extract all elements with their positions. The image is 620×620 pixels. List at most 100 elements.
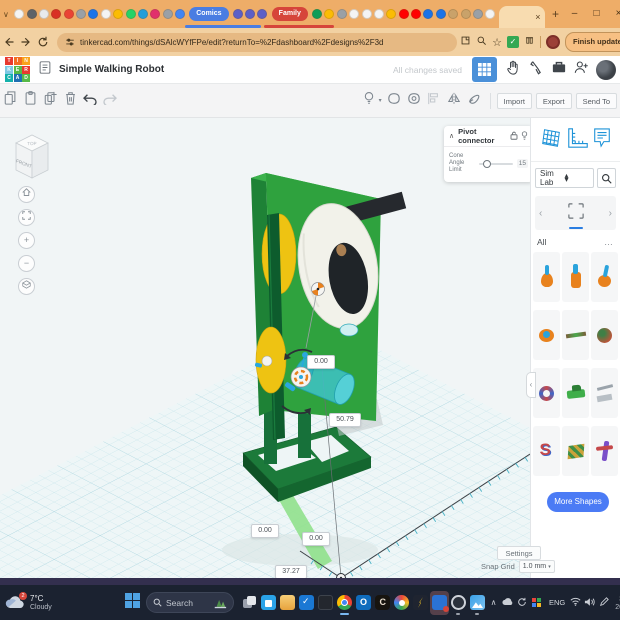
- gestures-hand-icon[interactable]: [504, 60, 521, 80]
- pinned-tab-3[interactable]: [38, 9, 49, 19]
- family-tab-8[interactable]: [398, 9, 409, 19]
- shape-tile-connector-c[interactable]: [591, 252, 618, 302]
- more-shapes-button[interactable]: More Shapes: [547, 492, 609, 512]
- site-info-icon[interactable]: [65, 37, 75, 47]
- extensions-icon[interactable]: [521, 33, 537, 51]
- panel-collapse-handle[interactable]: ‹: [526, 372, 536, 398]
- family-tab-14[interactable]: [472, 9, 483, 19]
- wifi-icon[interactable]: [569, 597, 582, 608]
- export-button[interactable]: Export: [535, 92, 572, 109]
- family-tab-12[interactable]: [448, 9, 459, 19]
- maximize-button[interactable]: □: [585, 0, 607, 28]
- paste-icon[interactable]: [20, 91, 40, 110]
- active-tab[interactable]: ×: [499, 6, 546, 28]
- pinned-tab-13[interactable]: [162, 9, 173, 19]
- sketch-icon[interactable]: [464, 92, 484, 110]
- pinned-tab-4[interactable]: [51, 9, 62, 19]
- pen-icon[interactable]: [597, 596, 610, 609]
- tab-group-family[interactable]: Family: [271, 7, 308, 21]
- pinned-tab-10[interactable]: [125, 9, 136, 19]
- workplane-tool-icon[interactable]: [539, 126, 563, 155]
- comics-tab-1[interactable]: [232, 9, 243, 19]
- align-icon[interactable]: [424, 92, 444, 110]
- sync-icon[interactable]: [515, 597, 528, 609]
- ruler-tool-icon[interactable]: [566, 126, 590, 155]
- shape-tile-turntable[interactable]: [533, 310, 560, 360]
- redo-icon[interactable]: [100, 92, 120, 110]
- finish-update-button[interactable]: Finish update ⋮: [565, 32, 620, 52]
- copy-icon[interactable]: [0, 91, 20, 110]
- taskbar-media-app[interactable]: [468, 591, 487, 615]
- collapse-chevron-icon[interactable]: ∧: [449, 132, 454, 140]
- shapes-category-select[interactable]: Sim Lab ▴ ▾: [535, 168, 594, 188]
- tray-chevron-icon[interactable]: ∧: [487, 598, 500, 607]
- perspective-toggle-button[interactable]: [18, 278, 35, 295]
- lightbulb-icon[interactable]: [359, 91, 379, 110]
- taskbar-search[interactable]: Search: [146, 592, 234, 613]
- shape-tile-figure[interactable]: [591, 426, 618, 476]
- tab-group-comics[interactable]: Comics: [189, 7, 229, 21]
- language-indicator[interactable]: ENG: [549, 598, 565, 607]
- tools-icon[interactable]: [527, 60, 544, 80]
- tab-search-icon[interactable]: ∨: [3, 10, 13, 19]
- design-title[interactable]: Simple Walking Robot: [59, 64, 164, 75]
- settings-button[interactable]: Settings: [497, 546, 541, 560]
- view-cube[interactable]: TOP FRONT: [8, 130, 54, 182]
- profile-avatar[interactable]: [546, 35, 560, 49]
- pinned-tab-11[interactable]: [137, 9, 148, 19]
- invite-person-icon[interactable]: [573, 60, 590, 79]
- volume-icon[interactable]: [583, 597, 596, 609]
- select-mode-icon[interactable]: [567, 202, 584, 224]
- family-tab-9[interactable]: [411, 9, 422, 19]
- pinned-tab-12[interactable]: [150, 9, 161, 19]
- rotation-value-label[interactable]: 0.00: [307, 355, 335, 369]
- taskbar-task-view[interactable]: [240, 591, 259, 615]
- forward-icon[interactable]: [17, 33, 34, 51]
- taskbar-settings[interactable]: [449, 591, 468, 615]
- zoom-out-button[interactable]: −: [18, 255, 35, 272]
- pivot-hub[interactable]: [311, 282, 325, 296]
- apps-grid-button[interactable]: [472, 57, 497, 82]
- family-tab-11[interactable]: [435, 9, 446, 19]
- hide-lightbulb-icon[interactable]: [521, 127, 528, 145]
- minimize-button[interactable]: –: [563, 0, 585, 28]
- pinned-tab-1[interactable]: [14, 9, 25, 19]
- taskbar-photos[interactable]: [392, 591, 411, 615]
- pinned-tab-9[interactable]: [113, 9, 124, 19]
- fit-view-button[interactable]: [18, 209, 35, 226]
- delete-icon[interactable]: [60, 91, 80, 110]
- small-part[interactable]: [339, 323, 359, 337]
- lightbulb-caret-icon[interactable]: ▾: [379, 97, 382, 104]
- url-bar[interactable]: tinkercad.com/things/dSAlcWYfFPe/edit?re…: [57, 32, 457, 52]
- height-left-label[interactable]: 0.00: [251, 524, 279, 538]
- mirror-icon[interactable]: [444, 92, 464, 110]
- family-tab-1[interactable]: [312, 9, 323, 19]
- shapes-search-button[interactable]: [597, 168, 616, 188]
- import-button[interactable]: Import: [496, 92, 532, 109]
- section-overflow-icon[interactable]: …: [604, 237, 614, 247]
- lock-icon[interactable]: [510, 127, 518, 145]
- tab-close-icon[interactable]: ×: [535, 12, 540, 22]
- family-tab-15[interactable]: [485, 9, 496, 19]
- cone-angle-slider[interactable]: [479, 159, 513, 168]
- taskbar-clock[interactable]: 3:24 AM 26-Jan-25: [615, 594, 620, 612]
- tinkercad-logo[interactable]: TIN KER CAD: [5, 57, 30, 82]
- shape-tile-connector-a[interactable]: [533, 252, 560, 302]
- slider-thumb[interactable]: [483, 159, 491, 168]
- weather-widget[interactable]: 2 7°C Cloudy: [5, 591, 123, 612]
- family-tab-13[interactable]: [460, 9, 471, 19]
- pinned-tab-6[interactable]: [76, 9, 87, 19]
- pinned-tab-5[interactable]: [63, 9, 74, 19]
- pinned-tab-2[interactable]: [26, 9, 37, 19]
- taskbar-todo-app[interactable]: [297, 591, 316, 615]
- back-icon[interactable]: [0, 33, 17, 51]
- taskbar-outlook[interactable]: [354, 591, 373, 615]
- pinned-tab-8[interactable]: [100, 9, 111, 19]
- family-tab-5[interactable]: [361, 9, 372, 19]
- height-upper-label[interactable]: 50.79: [329, 413, 361, 427]
- family-tab-7[interactable]: [386, 9, 397, 19]
- width-label[interactable]: 37.27: [275, 565, 307, 579]
- carousel-right-icon[interactable]: ›: [609, 208, 612, 219]
- zoom-in-button[interactable]: +: [18, 232, 35, 249]
- taskbar-power-app[interactable]: [411, 591, 430, 615]
